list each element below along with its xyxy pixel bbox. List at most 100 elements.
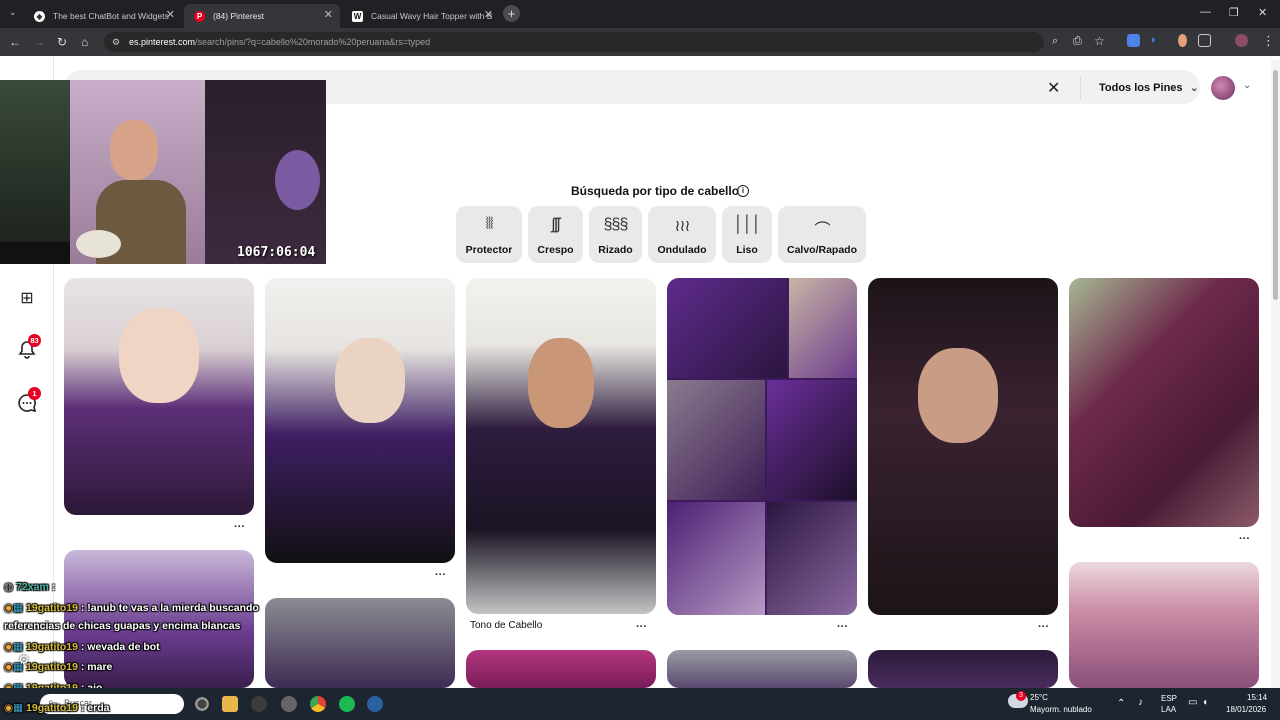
- pin-more-icon[interactable]: ···: [234, 521, 245, 533]
- volume-icon[interactable]: ◖: [1202, 697, 1208, 708]
- spotify-icon[interactable]: [339, 696, 355, 712]
- extensions-puzzle-icon[interactable]: [1198, 34, 1211, 47]
- home-icon[interactable]: ⌂: [81, 35, 88, 49]
- pin-image[interactable]: [265, 598, 455, 688]
- pin-more-icon[interactable]: ···: [837, 621, 848, 633]
- chat-message: referencias de chicas guapas y encima bl…: [4, 620, 240, 632]
- tray-chevron-up-icon[interactable]: ⌃: [1117, 698, 1125, 709]
- pin-filter-dropdown[interactable]: Todos los Pines ⌄: [1099, 81, 1199, 94]
- chip-rizado[interactable]: §§§ Rizado: [589, 206, 642, 263]
- install-icon[interactable]: ⎙: [1073, 35, 1082, 48]
- tab-chatbot[interactable]: ◆ The best ChatBot and Widgets ✕: [24, 4, 182, 28]
- pin-more-icon[interactable]: ···: [636, 621, 647, 633]
- face-shape: [918, 348, 998, 443]
- taskbar-app-icon[interactable]: [194, 696, 210, 712]
- profile-avatar-icon[interactable]: [1235, 34, 1248, 47]
- chip-liso[interactable]: │││ Liso: [722, 206, 772, 263]
- create-pin-icon[interactable]: ⊞: [16, 288, 38, 310]
- language-sub-label: LAA: [1161, 705, 1177, 714]
- reload-icon[interactable]: ↻: [57, 35, 67, 49]
- pin-image[interactable]: [667, 278, 857, 615]
- pin-more-icon[interactable]: ···: [1038, 621, 1049, 633]
- url-path: /search/pins/?q=cabello%20morado%20perua…: [195, 37, 431, 47]
- plush-shape: [275, 150, 320, 210]
- chip-label: Calvo/Rapado: [786, 244, 857, 256]
- notifications-badge: 83: [28, 334, 41, 347]
- pinterest-favicon-icon: P: [194, 10, 205, 22]
- new-tab-button[interactable]: +: [503, 5, 520, 22]
- pin-image[interactable]: [868, 278, 1058, 615]
- bookmark-star-icon[interactable]: ☆: [1094, 34, 1105, 48]
- pin-more-icon[interactable]: ···: [1239, 533, 1250, 545]
- chip-crespo[interactable]: ʃʃʃ Crespo: [528, 206, 583, 263]
- tab-search-chevron-icon[interactable]: ⌄: [9, 7, 17, 18]
- url-host: es.pinterest.com: [129, 37, 196, 47]
- chat-badge-icon: ◉: [4, 641, 14, 653]
- account-chevron-icon[interactable]: ⌄: [1243, 80, 1251, 91]
- tab-hair-topper[interactable]: W Casual Wavy Hair Topper with B ✕: [342, 4, 500, 28]
- network-icon[interactable]: ▭: [1188, 697, 1197, 708]
- chip-label: Protector: [465, 244, 513, 256]
- taskbar-app-icon[interactable]: [251, 696, 267, 712]
- tab-close-icon[interactable]: ✕: [484, 8, 493, 21]
- pin-image[interactable]: [466, 278, 656, 614]
- browser-tab-bar: ⌄ ◆ The best ChatBot and Widgets ✕ P (84…: [0, 0, 1280, 28]
- audio-extension-icon[interactable]: ◗: [1150, 34, 1163, 47]
- tab-close-icon[interactable]: ✕: [324, 8, 333, 21]
- restore-icon[interactable]: ❐: [1229, 6, 1239, 19]
- clock-date: 18/01/2026: [1226, 705, 1267, 714]
- chip-ondulado[interactable]: ≀≀≀ Ondulado: [648, 206, 716, 263]
- chat-message: ◉▦ 19gatito19 : erda: [4, 702, 110, 714]
- straight-hair-icon: │││: [733, 216, 762, 233]
- steam-icon[interactable]: [367, 696, 383, 712]
- wavy-hair-icon: ≀≀≀: [674, 218, 691, 235]
- translate-extension-icon[interactable]: [1127, 34, 1140, 47]
- chip-protector[interactable]: ⦚⦚⦚ Protector: [456, 206, 522, 263]
- address-bar[interactable]: ⚙ es.pinterest.com/search/pins/?q=cabell…: [104, 32, 1044, 52]
- back-arrow-icon[interactable]: ←: [9, 35, 21, 49]
- tab-close-icon[interactable]: ✕: [166, 8, 175, 21]
- hair-type-title: Búsqueda por tipo de cabello: [571, 184, 740, 198]
- pin-image[interactable]: [667, 650, 857, 688]
- site-info-icon[interactable]: ⚙: [112, 32, 120, 52]
- zoom-icon[interactable]: ⌕: [1052, 35, 1058, 48]
- chrome-icon[interactable]: [310, 696, 326, 712]
- tab-title: Casual Wavy Hair Topper with B: [371, 11, 493, 21]
- scrollbar-thumb[interactable]: [1273, 70, 1278, 300]
- chip-calvo-rapado[interactable]: ⌒ Calvo/Rapado: [778, 206, 866, 263]
- pin-image[interactable]: [868, 650, 1058, 688]
- clock-time[interactable]: 15:14: [1247, 693, 1267, 702]
- chat-badge-icon: ◉: [4, 702, 14, 714]
- browser-menu-icon[interactable]: ⋮: [1262, 33, 1275, 49]
- pin-image[interactable]: [1069, 278, 1259, 527]
- file-explorer-icon[interactable]: [222, 696, 238, 712]
- minimize-icon[interactable]: —: [1200, 6, 1211, 18]
- clear-search-icon[interactable]: ✕: [1047, 78, 1060, 98]
- chat-user: 19gatito19: [26, 661, 78, 673]
- chip-label: Rizado: [598, 244, 633, 256]
- pin-image[interactable]: [466, 650, 656, 688]
- pin-image[interactable]: [64, 278, 254, 515]
- pin-image[interactable]: [265, 278, 455, 563]
- info-icon[interactable]: i: [737, 185, 749, 197]
- pin-image[interactable]: [1069, 562, 1259, 688]
- chat-badge-icon: ▦: [13, 602, 24, 614]
- notifications-bell-icon[interactable]: 83: [16, 334, 41, 362]
- settings-gear-icon[interactable]: ⚙: [18, 652, 30, 668]
- close-window-icon[interactable]: ✕: [1258, 6, 1267, 19]
- messages-badge: 1: [28, 387, 41, 400]
- taskbar-app-icon[interactable]: [281, 696, 297, 712]
- messages-icon[interactable]: 1: [16, 387, 41, 415]
- chat-badge-icon: ◍: [4, 581, 14, 593]
- w-favicon-icon: W: [352, 10, 363, 22]
- tab-pinterest[interactable]: P (84) Pinterest ✕: [184, 4, 340, 28]
- extension-icon[interactable]: [1178, 34, 1187, 47]
- weather-desc: Mayorm. nublado: [1030, 705, 1092, 714]
- chat-text: !anub te vas a la mierda buscando: [87, 602, 259, 614]
- microphone-icon[interactable]: ♪: [1138, 697, 1143, 708]
- forward-arrow-icon[interactable]: →: [33, 35, 45, 49]
- pin-more-icon[interactable]: ···: [435, 569, 446, 581]
- language-label[interactable]: ESP: [1161, 694, 1177, 703]
- collage-tile: [789, 278, 857, 378]
- avatar[interactable]: [1211, 76, 1235, 100]
